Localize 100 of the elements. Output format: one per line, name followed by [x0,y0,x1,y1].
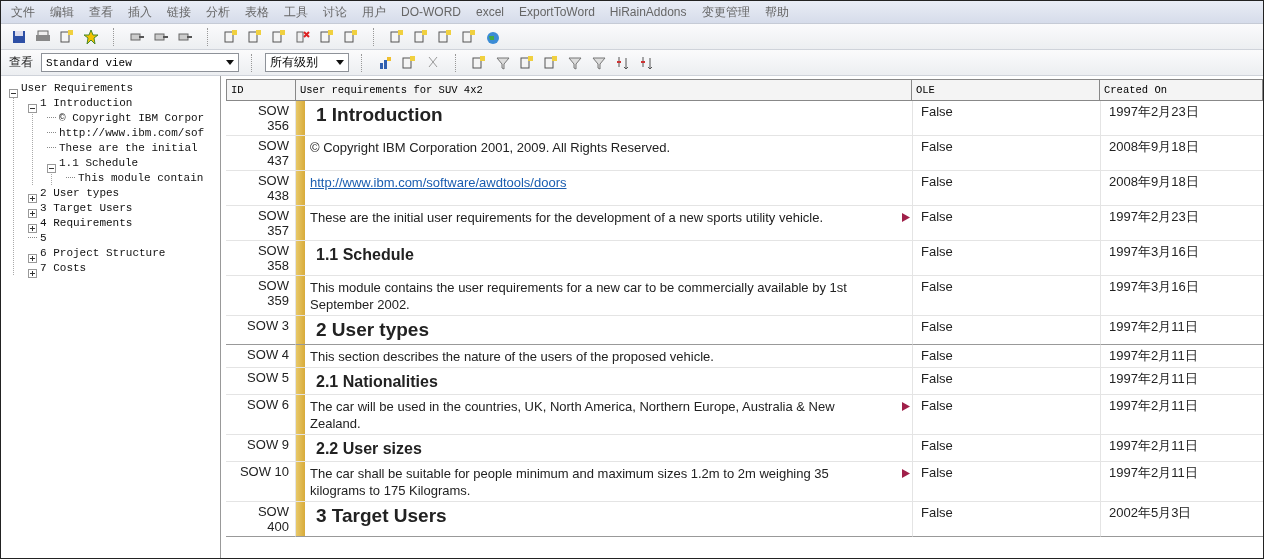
view-dropdown[interactable]: Standard view [41,53,239,72]
ole-cell: False [912,276,1100,316]
ole-cell: False [912,136,1100,171]
expand-icon[interactable] [28,254,37,263]
ole-cell: False [912,241,1100,276]
tree-item[interactable]: 1 Introduction [40,96,133,109]
menu-item[interactable]: ExportToWord [519,5,595,19]
heading: 1.1 Schedule [316,246,414,263]
level-bar [296,316,305,344]
collapse-icon[interactable] [9,89,18,98]
date-cell: 1997年2月23日 [1100,101,1263,136]
column-header[interactable]: User requirements for SUV 4x2 [296,79,912,101]
date-cell: 1997年2月11日 [1100,345,1263,368]
filter-icon[interactable] [495,54,511,71]
ole-cell: False [912,316,1100,345]
menu-item[interactable]: 讨论 [323,3,347,21]
level-dropdown[interactable]: 所有级别 [265,53,349,72]
menu-item[interactable]: 编辑 [50,3,74,21]
column-header[interactable]: Created On [1100,79,1263,101]
menu-item[interactable]: 表格 [245,3,269,21]
heading: 3 Target Users [316,505,447,526]
delete-icon[interactable] [295,28,311,45]
tree-item[interactable]: 2 User types [40,186,120,199]
ole-cell: False [912,101,1100,136]
date-cell: 2008年9月18日 [1100,171,1263,206]
date-cell: 1997年3月16日 [1100,241,1263,276]
menu-item[interactable]: excel [476,5,504,19]
date-cell: 1997年2月11日 [1100,395,1263,435]
date-cell: 1997年2月11日 [1100,435,1263,462]
tree-item[interactable]: User Requirements [21,81,134,94]
collapse-icon[interactable] [47,164,56,173]
caret-icon [226,60,234,65]
sort-icon[interactable] [615,54,631,71]
requirement-text: The car will be used in the countries, UK, North America, Northern Europe, Australia & New Zealand. [310,399,835,431]
date-cell: 2008年9月18日 [1100,136,1263,171]
expand-icon[interactable] [28,224,37,233]
tree-item[interactable]: 4 Requirements [40,216,133,229]
menu-item[interactable]: DO-WORD [401,5,461,19]
tree-item[interactable]: 1.1 Schedule [59,156,139,169]
view-label: 查看 [9,54,33,71]
level-bar [296,241,305,275]
requirement-text: © Copyright IBM Corporation 2001, 2009. All Rights Reserved. [310,140,671,155]
tree-item[interactable]: © Copyright IBM Corpor [59,111,205,124]
heading: 2 User types [316,319,429,340]
menu-item[interactable]: HiRainAddons [609,5,687,19]
column-header[interactable]: OLE [912,79,1100,101]
chart-icon[interactable] [377,54,393,71]
level-bar [296,502,305,536]
requirement-text: This section describes the nature of the users of the proposed vehicle. [310,349,714,364]
ole-cell: False [912,345,1100,368]
level-bar [296,345,305,367]
date-cell: 1997年2月11日 [1100,462,1263,502]
sort-icon[interactable] [639,54,655,71]
level-bar [296,101,305,135]
link[interactable]: http://www.ibm.com/software/awdtools/doors [310,175,567,190]
ole-cell: False [912,435,1100,462]
date-cell: 2002年5月3日 [1100,502,1263,537]
floppy-icon[interactable] [11,28,27,45]
tree-item[interactable]: 6 Project Structure [40,246,166,259]
menu-item[interactable]: 分析 [206,3,230,21]
filter-icon[interactable] [567,54,583,71]
expand-icon[interactable] [28,209,37,218]
ole-cell: False [912,206,1100,241]
menu-item[interactable]: 帮助 [764,3,789,21]
date-cell: 1997年3月16日 [1100,276,1263,316]
ole-cell: False [912,462,1100,502]
expand-icon[interactable] [28,194,37,203]
level-bar [296,276,305,315]
document-icon[interactable] [59,28,75,45]
ole-cell: False [912,395,1100,435]
caret-icon [336,60,344,65]
level-bar [296,136,305,170]
heading: 2.1 Nationalities [316,373,438,390]
requirement-text: These are the initial user requirements for the development of a new sports utility vehicle. [310,210,824,225]
date-cell: 1997年2月11日 [1100,316,1263,345]
menu-item[interactable]: 文件 [11,3,35,21]
collapse-icon[interactable] [28,104,37,113]
tree-item[interactable]: 5 [40,231,47,244]
menu-item[interactable]: 用户 [362,3,386,21]
menu-item[interactable]: 查看 [89,3,113,21]
menu-item[interactable]: 变更管理 [701,3,750,21]
ole-cell: False [912,502,1100,537]
tree-item[interactable]: 7 Costs [40,261,87,274]
heading: 1 Introduction [316,104,443,125]
ole-cell: False [912,171,1100,206]
tree-item[interactable]: These are the initial [59,141,198,154]
requirement-text: The car shall be suitable for people minimum and maximum sizes 1.2m to 2m weighing 35 kilograms to 175 Kilograms. [310,466,829,498]
requirement-text: This module contains the user requirements for a new car to be commercially available by 1st September 2002. [310,280,847,312]
tree-item[interactable]: This module contain [78,171,204,184]
column-header[interactable]: ID [226,79,296,101]
filter-icon[interactable] [591,54,607,71]
menu-item[interactable]: 链接 [167,3,191,21]
menu-item[interactable]: 插入 [128,3,152,21]
date-cell: 1997年2月23日 [1100,206,1263,241]
level-bar [296,206,305,240]
tree-item[interactable]: http://www.ibm.com/sof [59,126,205,139]
expand-icon[interactable] [28,269,37,278]
star-icon[interactable] [83,28,99,45]
tree-item[interactable]: 3 Target Users [40,201,133,214]
menu-item[interactable]: 工具 [284,3,308,21]
